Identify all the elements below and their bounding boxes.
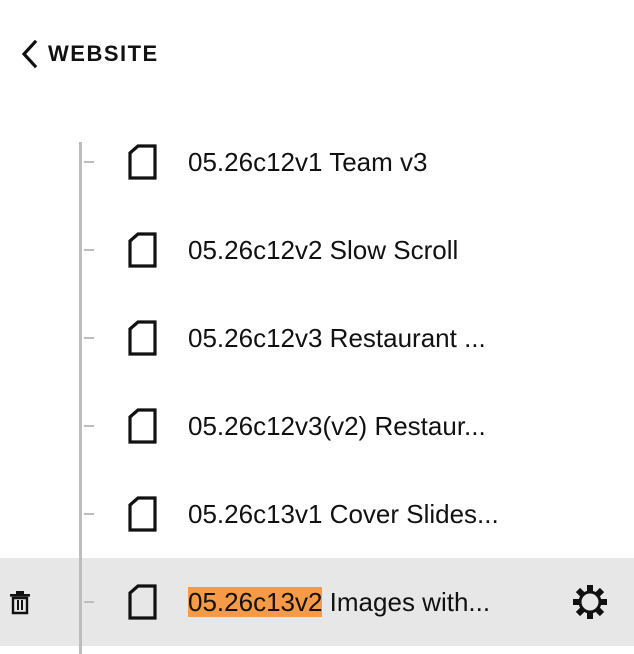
page-item[interactable]: 05.26c12v1 Team v3 [0, 118, 634, 206]
page-title: 05.26c12v3(v2) Restaur... [188, 411, 486, 441]
page-item[interactable]: 05.26c12v2 Slow Scroll [0, 206, 634, 294]
tree-branch [84, 425, 94, 427]
page-title: 05.26c13v2 Images with... [188, 583, 490, 621]
delete-page-button[interactable] [8, 589, 32, 615]
page-list: 05.26c12v1 Team v3 05.26c12v2 Slow Scrol… [0, 118, 634, 646]
page-icon [128, 408, 158, 444]
page-icon [128, 584, 158, 620]
trash-icon [8, 589, 32, 615]
page-item[interactable]: 05.26c12v3(v2) Restaur... [0, 382, 634, 470]
page-icon [128, 496, 158, 532]
page-item[interactable]: 05.26c13v1 Cover Slides... [0, 470, 634, 558]
tree-branch [84, 601, 94, 603]
page-title: 05.26c13v1 Cover Slides... [188, 499, 499, 529]
page-icon [128, 232, 158, 268]
page-title: 05.26c12v1 Team v3 [188, 147, 428, 177]
page-icon [128, 320, 158, 356]
header: WEBSITE [0, 0, 634, 110]
chevron-left-icon [20, 39, 38, 69]
page-item-selected[interactable]: 05.26c13v2 Images with... [0, 558, 634, 646]
page-item[interactable]: 05.26c12v3 Restaurant ... [0, 294, 634, 382]
tree-branch [84, 337, 94, 339]
back-button[interactable]: WEBSITE [20, 36, 159, 72]
tree-line [79, 142, 82, 654]
gear-icon [570, 582, 610, 622]
page-title-rest: Images with... [322, 587, 491, 617]
tree-branch [84, 249, 94, 251]
page-settings-button[interactable] [570, 582, 610, 622]
section-title: WEBSITE [48, 41, 159, 66]
tree-branch [84, 513, 94, 515]
search-highlight: 05.26c13v2 [188, 587, 323, 617]
page-title: 05.26c12v3 Restaurant ... [188, 323, 486, 353]
page-title: 05.26c12v2 Slow Scroll [188, 235, 459, 265]
tree-branch [84, 161, 94, 163]
page-icon [128, 144, 158, 180]
